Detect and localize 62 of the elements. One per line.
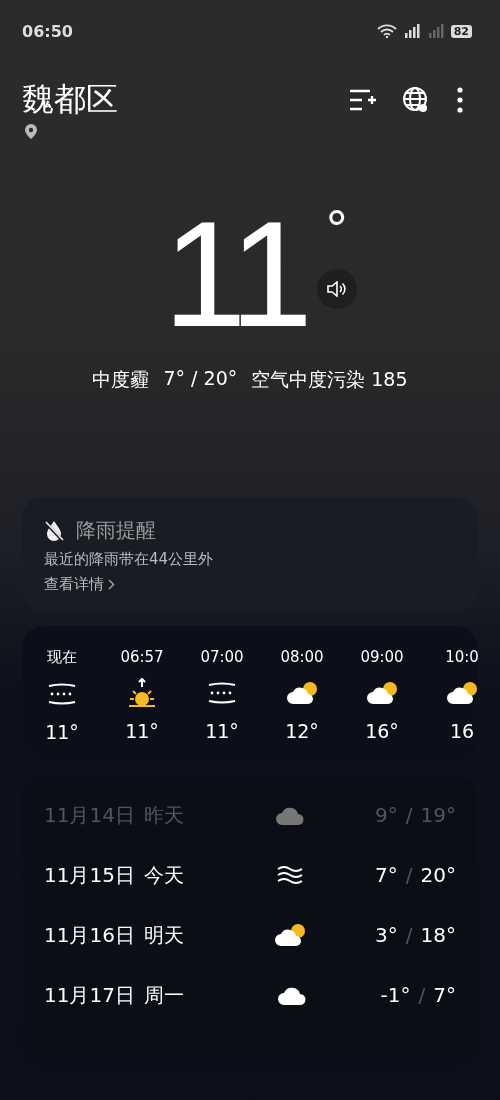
day-date: 11月16日 bbox=[44, 921, 136, 949]
manage-cities-button[interactable] bbox=[348, 88, 376, 112]
low-temperature: 3° bbox=[375, 923, 398, 947]
day-date: 11月14日 bbox=[44, 801, 136, 829]
location-title: 魏都区 bbox=[22, 80, 118, 118]
temperature-separator: / bbox=[405, 803, 413, 827]
haze-icon bbox=[275, 865, 304, 885]
day-label: 周一 bbox=[144, 981, 185, 1009]
day-label: 明天 bbox=[144, 921, 185, 949]
more-icon bbox=[456, 87, 464, 113]
signal-icon bbox=[426, 24, 445, 38]
status-time: 06:50 bbox=[22, 21, 73, 41]
signal-icon bbox=[402, 24, 421, 38]
partly-cloudy-icon bbox=[273, 923, 306, 947]
hour-time: 08:00 bbox=[280, 648, 324, 666]
rain-off-icon bbox=[44, 519, 64, 542]
day-label: 今天 bbox=[144, 861, 185, 889]
view-details-link[interactable]: 查看详情 bbox=[44, 575, 115, 594]
chevron-right-icon bbox=[108, 579, 115, 590]
temperature-range: 7° / 20° bbox=[163, 367, 238, 391]
rain-alert-title: 降雨提醒 bbox=[76, 517, 156, 544]
location-pin-icon bbox=[25, 124, 37, 139]
high-temperature: 7° bbox=[433, 983, 456, 1007]
globe-icon bbox=[402, 86, 430, 114]
hour-temperature: 16° bbox=[365, 720, 399, 742]
temperature-separator: / bbox=[418, 983, 426, 1007]
degree-sign: ° bbox=[324, 209, 349, 249]
hour-temperature: 11° bbox=[45, 721, 79, 743]
day-label: 昨天 bbox=[144, 801, 185, 829]
air-quality: 空气中度污染 185 bbox=[251, 367, 408, 392]
hour-time: 06:57 bbox=[120, 648, 164, 666]
more-menu-button[interactable] bbox=[456, 87, 464, 113]
hour-time: 现在 bbox=[47, 648, 77, 667]
temperature-separator: / bbox=[405, 923, 413, 947]
hour-time: 10:0 bbox=[445, 648, 478, 666]
list-add-icon bbox=[348, 88, 376, 112]
speaker-icon bbox=[326, 281, 347, 297]
hour-temperature: 12° bbox=[285, 720, 319, 742]
hour-temperature: 11° bbox=[125, 720, 159, 742]
day-date: 11月15日 bbox=[44, 861, 136, 889]
high-temperature: 18° bbox=[420, 923, 456, 947]
high-temperature: 19° bbox=[420, 803, 456, 827]
weather-condition: 中度霾 bbox=[92, 367, 150, 392]
low-temperature: 7° bbox=[375, 863, 398, 887]
hour-time: 09:00 bbox=[360, 648, 404, 666]
hour-temperature: 16 bbox=[449, 720, 475, 742]
wifi-icon bbox=[376, 24, 397, 38]
voice-broadcast-button[interactable] bbox=[316, 269, 357, 309]
rain-alert-text: 最近的降雨带在44公里外 bbox=[44, 550, 215, 569]
hour-time: 07:00 bbox=[200, 648, 244, 666]
low-temperature: 9° bbox=[375, 803, 398, 827]
cloud-icon bbox=[277, 985, 308, 1005]
temperature-separator: / bbox=[405, 863, 413, 887]
battery-indicator: 82 bbox=[450, 24, 472, 38]
low-temperature: -1° bbox=[380, 983, 411, 1007]
sunrise-icon bbox=[127, 678, 157, 708]
hour-temperature: 11° bbox=[205, 720, 239, 742]
globe-button[interactable] bbox=[402, 86, 430, 114]
current-temperature: 11 bbox=[163, 209, 307, 339]
cloud-icon bbox=[274, 805, 305, 825]
high-temperature: 20° bbox=[420, 863, 456, 887]
day-date: 11月17日 bbox=[44, 981, 136, 1009]
